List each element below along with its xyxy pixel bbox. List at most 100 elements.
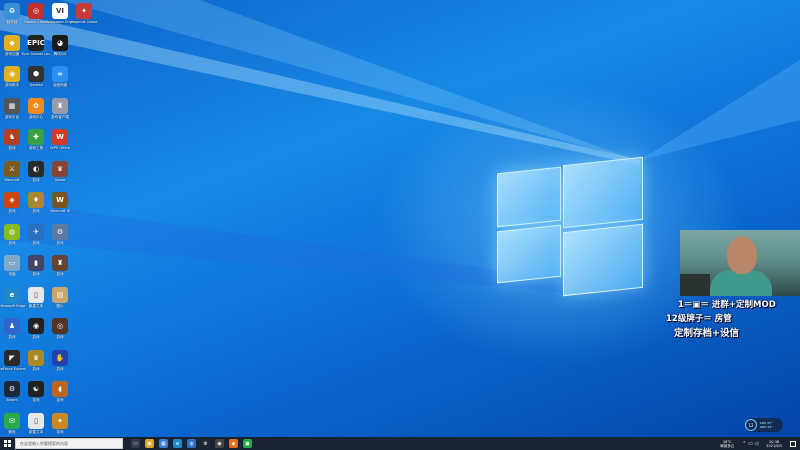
icon-12-2-icon: ♛: [28, 349, 44, 366]
desktop-icon[interactable]: ◈ 游戏: [0, 192, 24, 213]
desktop-icon[interactable]: ✦ Legends Game: [71, 3, 97, 24]
icon-4-2-icon: ✿: [28, 97, 44, 114]
desktop-icon[interactable]: ◎ 游戏: [48, 318, 72, 339]
desktop-icon[interactable]: ☯ 游戏: [24, 381, 48, 402]
desktop-icon[interactable]: ▦ 游戏平台: [0, 97, 24, 119]
desktop-icon[interactable]: ♛ 游戏: [24, 349, 48, 371]
volume-icon: ◁: [754, 440, 759, 447]
app-icon-3[interactable]: ◆: [229, 439, 238, 448]
desktop-icon[interactable]: ⬢ Garena: [24, 66, 48, 87]
icon-12-1-icon: ◤: [4, 349, 20, 366]
performance-widget[interactable]: 12 CPU 37° GPU 43°: [745, 418, 783, 432]
desktop-icon[interactable]: ♻ 回收站: [0, 3, 24, 24]
desktop-icon-label: 腾讯QQ: [53, 51, 67, 56]
desktop-icon[interactable]: ♜ 游戏客户端: [48, 97, 72, 119]
pinned-apps: ▭ ▣ ▦ e ◍ ⚙ ◉ ◆ ◼: [123, 439, 252, 448]
icon-1-3-icon: VI: [52, 3, 68, 19]
desktop: ♻回收站◎Steam ClientVIWallpaper Engine✦Lege…: [0, 0, 800, 437]
wallpaper-light-beams: [0, 0, 800, 300]
desktop-icon[interactable]: ✚ 游戏工具: [24, 129, 48, 150]
desktop-icon[interactable]: ⚙ 游戏: [48, 223, 72, 245]
desktop-icon[interactable]: ◖ 游戏: [48, 381, 72, 402]
desktop-icon[interactable]: ◉ 游戏: [24, 318, 48, 339]
desktop-icon-label: 游戏: [56, 429, 64, 434]
store-icon[interactable]: ▦: [159, 439, 168, 448]
app-icon-4[interactable]: ◼: [243, 439, 252, 448]
desktop-icon[interactable]: ◍ 游戏: [0, 223, 24, 245]
icon-13-1-icon: ⚙: [4, 381, 20, 397]
icon-2-2-icon: EPIC: [27, 34, 45, 51]
desktop-icon[interactable]: ◤GeForce Experience: [0, 349, 26, 371]
icon-2-1-icon: ◆: [4, 34, 20, 51]
search-placeholder: 在这里输入你要搜索的内容: [20, 440, 68, 446]
desktop-icon[interactable]: W WPS Office: [48, 129, 72, 150]
icon-1-4-icon: ✦: [76, 3, 92, 19]
icon-3-1-icon: ◉: [4, 66, 20, 82]
windows-logo: [497, 156, 643, 297]
desktop-icon[interactable]: ✉ 微信: [0, 412, 24, 434]
icon-9-1-icon: ▭: [4, 255, 20, 271]
desktop-icon[interactable]: VIWallpaper Engine: [46, 3, 74, 24]
icon-14-1-icon: ✉: [4, 412, 20, 429]
icon-7-2-icon: ♦: [28, 192, 44, 208]
file-explorer-icon[interactable]: ▣: [145, 439, 154, 448]
icon-8-1-icon: ◍: [4, 223, 20, 240]
desktop-icon[interactable]: ▮ 游戏: [24, 255, 48, 276]
desktop-icon[interactable]: ✋ 游戏: [48, 349, 72, 371]
desktop-icon-label: 游戏: [56, 272, 64, 276]
icon-8-2-icon: ✈: [28, 223, 44, 240]
tray-clock[interactable]: 20:38 2021/8/5: [766, 440, 782, 448]
desktop-icon-label: 游戏: [56, 335, 64, 339]
search-box[interactable]: 在这里输入你要搜索的内容: [15, 438, 123, 449]
icon-9-2-icon: ▮: [28, 255, 44, 271]
desktop-icon[interactable]: ♞ 游戏: [0, 129, 24, 150]
desktop-icon[interactable]: ♛ Game: [48, 160, 72, 182]
start-button[interactable]: [0, 437, 14, 450]
desktop-icon[interactable]: ◎ Steam Client: [24, 3, 48, 24]
icon-11-1-icon: ♟: [4, 318, 20, 334]
tray-weather[interactable]: 28°C 局部多云: [720, 440, 734, 448]
desktop-icon[interactable]: ◉ 游戏助手: [0, 66, 24, 87]
icon-1-1-icon: ♻: [4, 3, 20, 19]
notification-icon[interactable]: [790, 440, 796, 447]
desktop-icon[interactable]: ▭ 电脑: [0, 255, 24, 276]
desktop-icon[interactable]: W Warcraft III: [48, 192, 72, 213]
desktop-icon-label: Warcraft III: [50, 209, 70, 213]
taskbar: 在这里输入你要搜索的内容 ▭ ▣ ▦ e ◍ ⚙ ◉ ◆ ◼ 28°C 局部多云 ⌃ ▭ ◁ 2…: [0, 437, 800, 450]
desktop-icon[interactable]: ∞ 百度网盘: [48, 66, 72, 87]
desktop-icon[interactable]: ▤ 图片: [48, 286, 72, 308]
edge-icon[interactable]: e: [173, 439, 182, 448]
icon-12-3-icon: ✋: [52, 349, 68, 366]
icon-1-2-icon: ◎: [28, 3, 44, 19]
app-icon-1[interactable]: ◍: [187, 439, 196, 448]
desktop-icon[interactable]: ⚔ Warcraft: [0, 160, 24, 182]
tray-icons[interactable]: ⌃ ▭ ◁: [742, 440, 759, 447]
desktop-icon[interactable]: ⚙ Steam: [0, 381, 24, 402]
tray-weather-desc: 局部多云: [720, 443, 735, 448]
desktop-icon[interactable]: ◕ 腾讯QQ: [48, 34, 72, 56]
desktop-icon-label: Game: [54, 177, 66, 182]
desktop-icon[interactable]: ✦ 游戏: [48, 412, 72, 434]
desktop-icon[interactable]: ◐ 游戏: [24, 160, 48, 182]
desktop-icon[interactable]: ▯ 新建文本: [24, 412, 48, 434]
desktop-icon-label: 游戏客户端: [51, 114, 69, 119]
desktop-icon-label: 百度网盘: [52, 83, 68, 87]
desktop-icon[interactable]: EPICEpic Games Launcher: [22, 34, 50, 56]
desktop-icon[interactable]: e Microsoft Edge: [0, 286, 25, 308]
icon-7-1-icon: ◈: [4, 192, 20, 208]
icon-14-3-icon: ✦: [52, 412, 68, 429]
icon-6-1-icon: ⚔: [4, 160, 20, 177]
desktop-icon[interactable]: ✈ 游戏: [24, 223, 48, 245]
desktop-icon[interactable]: ◆ 游戏加速: [0, 34, 24, 56]
desktop-icon[interactable]: ♦ 游戏: [24, 192, 48, 213]
task-view-icon[interactable]: ▭: [131, 439, 140, 448]
overlay-line-2: 12级牌子＝ 房管: [666, 314, 732, 324]
desktop-icon[interactable]: ♟ 游戏: [0, 318, 24, 339]
desktop-icon[interactable]: ♜ 游戏: [48, 255, 72, 276]
steam-taskbar-icon[interactable]: ⚙: [201, 439, 210, 448]
icon-10-2-icon: ▯: [28, 286, 44, 303]
app-icon-2[interactable]: ◉: [215, 439, 224, 448]
desktop-icon[interactable]: ✿ 游戏中心: [24, 97, 48, 119]
desktop-icon[interactable]: ▯ 新建文本: [24, 286, 48, 308]
overlay-line-1: 1＝▣＝ 进群+定制MOD: [678, 300, 776, 310]
